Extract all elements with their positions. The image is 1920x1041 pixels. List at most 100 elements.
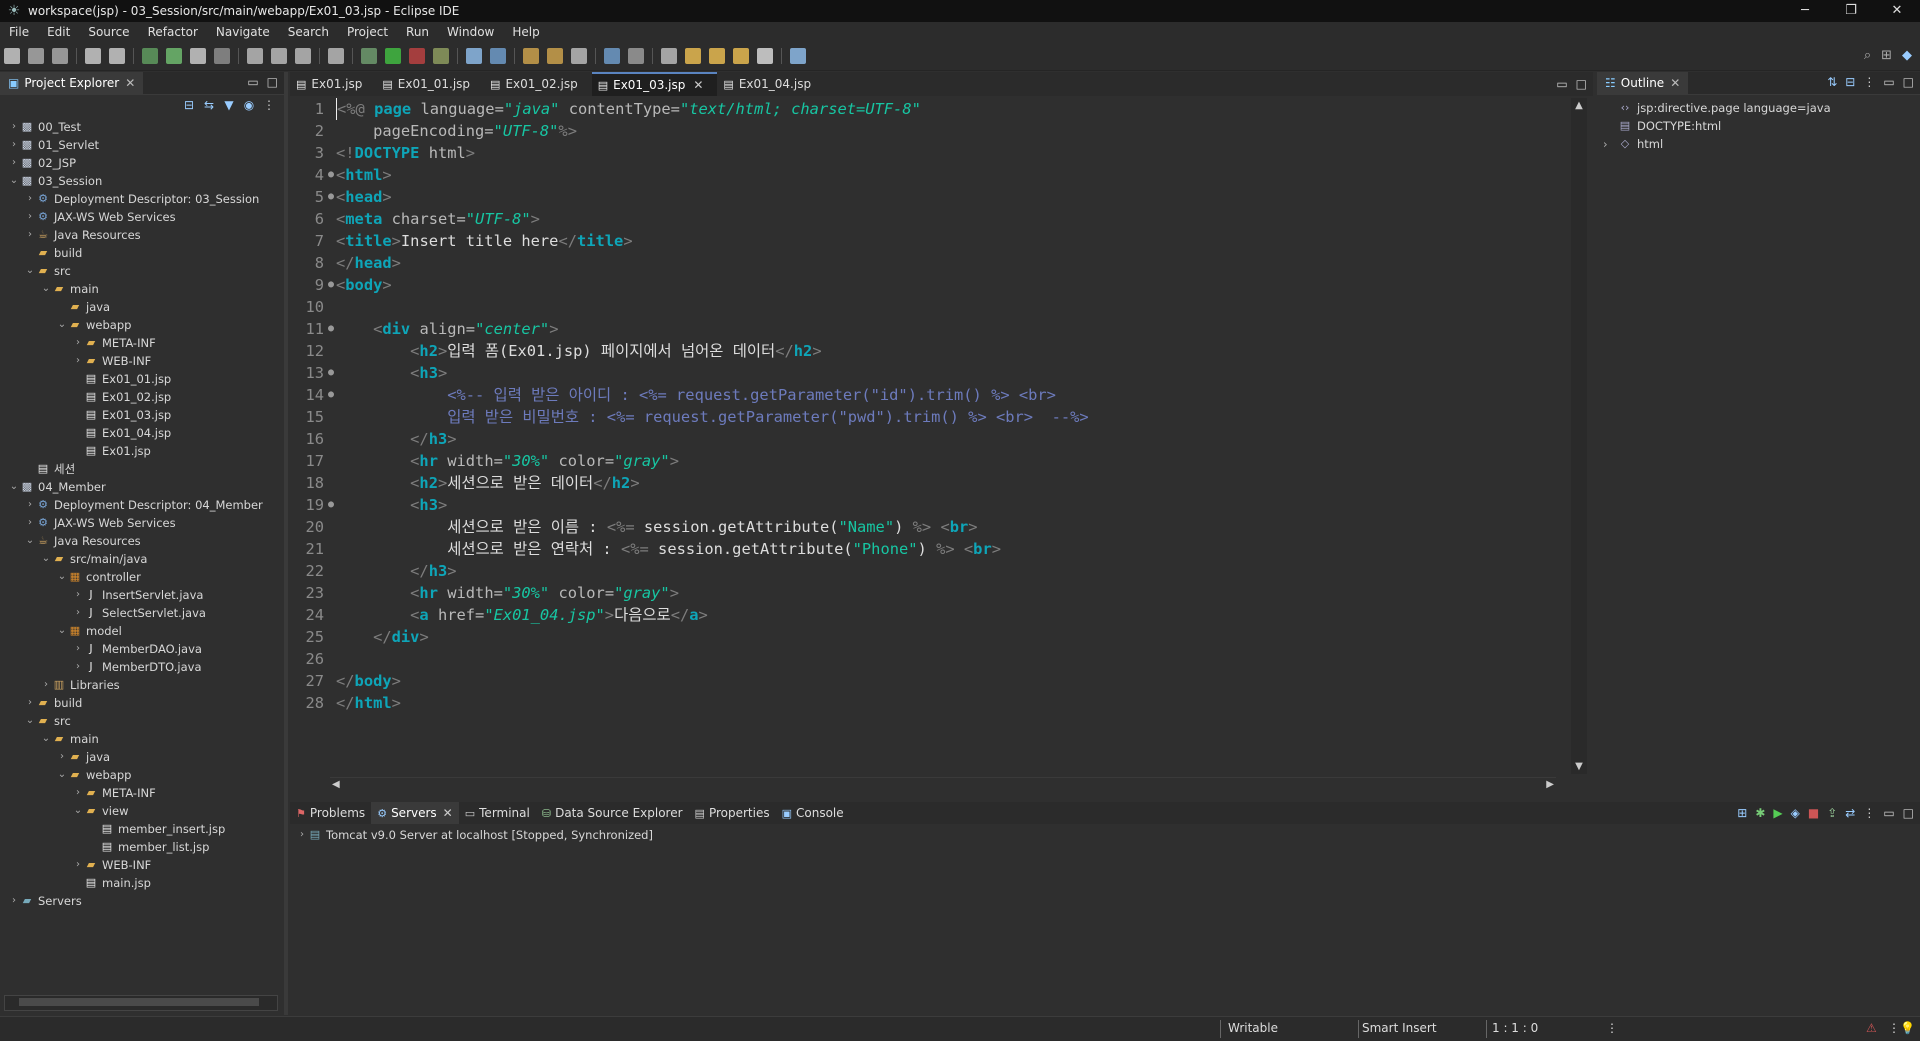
tab-problems[interactable]: ⚑ Problems — [290, 802, 371, 824]
scroll-right-icon[interactable]: ▶ — [1546, 779, 1554, 790]
chevron-down-icon[interactable]: ⌄ — [24, 532, 36, 550]
fold-marker-icon[interactable]: ● — [326, 164, 336, 186]
outline-item[interactable]: › ◇ html — [1603, 135, 1920, 153]
close-icon[interactable]: ✕ — [1670, 76, 1680, 90]
stop-server-icon[interactable]: ■ — [1808, 806, 1819, 820]
code-line[interactable]: 24 <a href="Ex01_04.jsp">다음으로</a> — [290, 604, 1560, 626]
tree-item[interactable]: › ▩ 01_Servlet — [0, 136, 280, 154]
tree-item[interactable]: › ▰ build — [0, 694, 280, 712]
tree-item[interactable]: ▤ Ex01_01.jsp — [0, 370, 280, 388]
tree-item[interactable]: ▰ java — [0, 298, 280, 316]
perspective-icon[interactable] — [790, 48, 806, 64]
fold-marker-icon[interactable]: ● — [326, 384, 336, 406]
scroll-up-icon[interactable]: ▲ — [1571, 100, 1587, 111]
minimize-button[interactable]: ─ — [1782, 0, 1828, 22]
chevron-right-icon[interactable]: › — [1603, 135, 1617, 153]
tip-icon[interactable]: 💡 — [1900, 1021, 1915, 1035]
web-browser-icon[interactable] — [604, 48, 620, 64]
pin-icon[interactable] — [628, 48, 644, 64]
tree-item[interactable]: ⌄ ▰ src — [0, 712, 280, 730]
maximize-view-icon[interactable]: □ — [267, 75, 278, 89]
code-line[interactable]: 18 <h2>세션으로 받은 데이터</h2> — [290, 472, 1560, 494]
tree-item[interactable]: ⌄ ▰ main — [0, 730, 280, 748]
tab-terminal[interactable]: ▭ Terminal — [459, 802, 536, 824]
tab-servers[interactable]: ⚙ Servers ✕ — [371, 802, 459, 824]
expand-arrow-icon[interactable]: › — [296, 826, 308, 844]
server-entry[interactable]: › ▤ Tomcat v9.0 Server at localhost [Sto… — [290, 826, 1920, 844]
status-overflow-icon[interactable]: ⋮ — [1888, 1021, 1900, 1035]
tree-item[interactable]: ⌄ ▩ 04_Member — [0, 478, 280, 496]
chevron-down-icon[interactable]: ⌄ — [8, 478, 20, 496]
tab-properties[interactable]: ▤ Properties — [689, 802, 776, 824]
code-line[interactable]: 11 ● <div align="center"> — [290, 318, 1560, 340]
back-icon[interactable] — [733, 48, 749, 64]
explorer-horizontal-scrollbar[interactable] — [4, 995, 278, 1011]
coverage-icon[interactable] — [433, 48, 449, 64]
editor-tab[interactable]: ▤ Ex01.jsp — [290, 72, 376, 96]
quick-access-search-icon[interactable]: ⌕ — [1864, 48, 1871, 63]
code-line[interactable]: 5 ● <head> — [290, 186, 1560, 208]
start-server-icon[interactable]: ▶ — [1773, 806, 1782, 820]
chevron-down-icon[interactable]: ⌄ — [56, 568, 68, 586]
chevron-right-icon[interactable]: › — [72, 658, 84, 676]
maximize-view-icon[interactable]: □ — [1903, 75, 1914, 89]
tree-item[interactable]: › ▰ Servers — [0, 892, 280, 910]
focus-icon[interactable]: ◉ — [242, 98, 256, 112]
profile-server-icon[interactable]: ◈ — [1791, 806, 1800, 820]
save-all-icon[interactable] — [52, 48, 68, 64]
tree-item[interactable]: ⌄ ▦ controller — [0, 568, 280, 586]
editor-tab[interactable]: ▤ Ex01_02.jsp — [484, 72, 592, 96]
chevron-right-icon[interactable]: › — [72, 334, 84, 352]
tree-item[interactable]: ▤ 세션 — [0, 460, 280, 478]
tree-item[interactable]: ▰ build — [0, 244, 280, 262]
code-line[interactable]: 19 ● <h3> — [290, 494, 1560, 516]
step-over-icon[interactable] — [271, 48, 287, 64]
tree-item[interactable]: ⌄ ▰ view — [0, 802, 280, 820]
tab-console[interactable]: ▣ Console — [776, 802, 850, 824]
editor-horizontal-scrollbar[interactable]: ◀ ▶ — [330, 777, 1556, 794]
tree-item[interactable]: › ▩ 00_Test — [0, 118, 280, 136]
tree-item[interactable]: › ▰ META-INF — [0, 784, 280, 802]
menu-navigate[interactable]: Navigate — [207, 25, 279, 39]
code-line[interactable]: 13 ● <h3> — [290, 362, 1560, 384]
code-line[interactable]: 7 <title>Insert title here</title> — [290, 230, 1560, 252]
code-editor[interactable]: 1 <%@ page language="java" contentType="t… — [290, 98, 1560, 774]
editor-tab[interactable]: ▤ Ex01_01.jsp — [376, 72, 484, 96]
menu-refactor[interactable]: Refactor — [139, 25, 207, 39]
disconnect-icon[interactable]: ⇄ — [1845, 806, 1855, 820]
forward-icon[interactable] — [757, 48, 773, 64]
chevron-right-icon[interactable]: › — [24, 208, 36, 226]
collapse-all-icon[interactable]: ⊟ — [182, 98, 196, 112]
chevron-right-icon[interactable]: › — [72, 640, 84, 658]
tree-item[interactable]: ⌄ ▩ 03_Session — [0, 172, 280, 190]
java-ee-perspective-icon[interactable]: ◆ — [1902, 48, 1912, 63]
chevron-down-icon[interactable]: ⌄ — [24, 712, 36, 730]
tree-item[interactable]: › ▰ java — [0, 748, 280, 766]
fold-marker-icon[interactable]: ● — [326, 318, 336, 340]
chevron-right-icon[interactable]: › — [72, 586, 84, 604]
terminate-icon[interactable] — [214, 48, 230, 64]
debug-server-icon[interactable]: ✱ — [1755, 806, 1765, 820]
code-line[interactable]: 9 ● <body> — [290, 274, 1560, 296]
step-return-icon[interactable] — [295, 48, 311, 64]
chevron-right-icon[interactable]: › — [24, 226, 36, 244]
chevron-right-icon[interactable]: › — [8, 892, 20, 910]
code-line[interactable]: 20 세션으로 받은 이름 : <%= session.getAttribute… — [290, 516, 1560, 538]
publish-icon[interactable]: ⇪ — [1827, 806, 1837, 820]
close-icon[interactable]: ✕ — [693, 78, 703, 92]
globe-icon[interactable] — [490, 48, 506, 64]
tree-item[interactable]: ⌄ ▰ src/main/java — [0, 550, 280, 568]
tree-item[interactable]: ⌄ ▰ src — [0, 262, 280, 280]
chevron-down-icon[interactable]: ⌄ — [56, 316, 68, 334]
tree-item[interactable]: ▤ Ex01_04.jsp — [0, 424, 280, 442]
prev-annotation-icon[interactable] — [709, 48, 725, 64]
scroll-left-icon[interactable]: ◀ — [332, 779, 340, 790]
tree-item[interactable]: ⌄ ▰ webapp — [0, 316, 280, 334]
outline-item[interactable]: ▤ DOCTYPE:html — [1603, 117, 1920, 135]
editor-tab[interactable]: ▤ Ex01_03.jsp ✕ — [591, 72, 718, 96]
tree-item[interactable]: › J MemberDTO.java — [0, 658, 280, 676]
code-line[interactable]: 12 <h2>입력 폼(Ex01.jsp) 페이지에서 넘어온 데이터</h2> — [290, 340, 1560, 362]
save-icon[interactable] — [28, 48, 44, 64]
chevron-right-icon[interactable]: › — [8, 154, 20, 172]
chevron-down-icon[interactable]: ⌄ — [56, 622, 68, 640]
